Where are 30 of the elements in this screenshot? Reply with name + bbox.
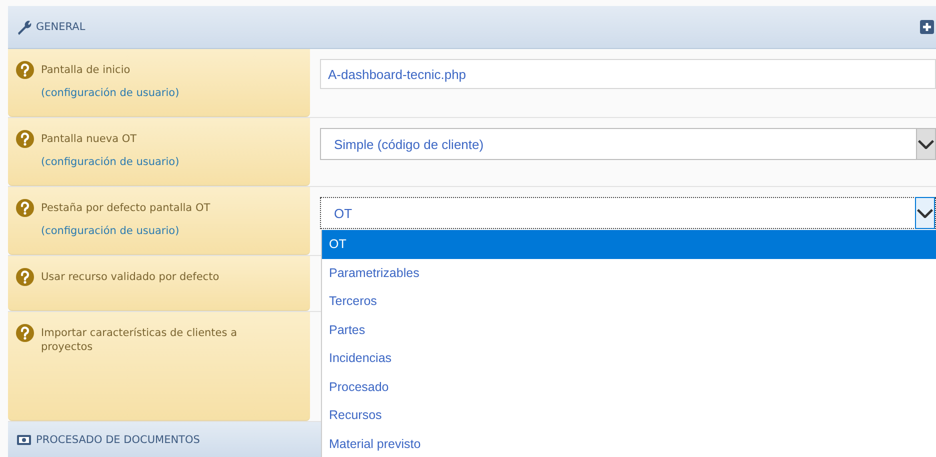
section-title: GENERAL <box>36 21 86 33</box>
help-icon <box>16 199 34 217</box>
setting-note: (configuración de usuario) <box>41 86 180 100</box>
setting-label: Usar recurso validado por defecto <box>41 270 220 284</box>
help-icon <box>16 61 34 79</box>
dropdown-option[interactable]: Recursos <box>322 401 936 430</box>
setting-label: Importar características de clientes a proyectos <box>41 326 238 354</box>
select-field[interactable]: OT <box>320 197 936 229</box>
wrench-icon <box>16 19 32 35</box>
setting-label: Pantalla de inicio <box>41 63 132 77</box>
dropdown-option[interactable]: Incidencias <box>322 344 936 372</box>
help-icon <box>16 130 34 148</box>
setting-label: Pestaña por defecto pantalla OT <box>41 201 210 215</box>
chevron-down-icon <box>917 138 935 150</box>
dropdown-option[interactable]: Material previsto <box>322 430 936 457</box>
help-icon <box>16 268 34 286</box>
select-field[interactable]: Simple (código de cliente) <box>320 128 936 160</box>
dropdown-option[interactable]: Terceros <box>322 287 936 316</box>
input-field[interactable]: A-dashboard-tecnic.php <box>320 59 936 89</box>
setting-note: (configuración de usuario) <box>41 155 180 169</box>
section-title: PROCESADO DE DOCUMENTOS <box>36 434 200 446</box>
help-icon <box>16 324 34 342</box>
setting-label: Pantalla nueva OT <box>41 132 138 146</box>
dropdown-option[interactable]: Parametrizables <box>322 258 936 287</box>
chevron-down-icon <box>916 208 934 218</box>
dropdown-option[interactable]: Partes <box>322 316 936 344</box>
dropdown-option[interactable]: Procesado <box>322 372 936 401</box>
dropdown-option[interactable]: OT <box>322 230 936 258</box>
setting-note: (configuración de usuario) <box>41 224 180 238</box>
plus-icon[interactable] <box>920 20 934 34</box>
